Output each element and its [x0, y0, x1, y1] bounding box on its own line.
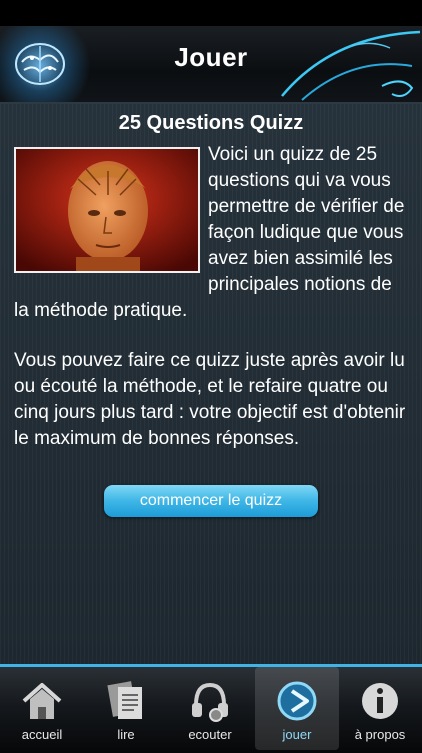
tab-bar: accueil lire ecouter jouer à propos	[0, 664, 422, 753]
tab-a-propos[interactable]: à propos	[338, 667, 422, 750]
phrenology-head-illustration	[16, 149, 198, 271]
tab-jouer[interactable]: jouer	[255, 667, 339, 750]
phrenology-head-image	[14, 147, 200, 273]
tab-label: accueil	[21, 727, 63, 742]
header: Jouer	[0, 26, 422, 104]
status-bar	[0, 0, 422, 26]
quiz-title: 25 Questions Quizz	[118, 112, 304, 134]
tab-label: lire	[117, 727, 135, 742]
start-quiz-button[interactable]: commencer le quizz	[104, 485, 318, 517]
main-content: 25 Questions Quizz Voici un quizz de 25 …	[0, 104, 422, 664]
intro-section: Voici un quizz de 25 questions qui va vo…	[14, 142, 408, 324]
tab-ecouter[interactable]: ecouter	[168, 667, 252, 750]
quiz-instructions: Vous pouvez faire ce quizz juste après a…	[14, 350, 406, 449]
info-icon	[362, 683, 398, 719]
play-icon	[277, 681, 317, 721]
tab-label: ecouter	[188, 727, 232, 742]
tab-label: à propos	[354, 727, 406, 742]
page-title: Jouer	[174, 42, 248, 72]
home-icon	[22, 683, 62, 719]
tab-accueil[interactable]: accueil	[0, 667, 84, 750]
headphones-icon	[192, 682, 228, 722]
document-icon	[107, 681, 142, 719]
tab-lire[interactable]: lire	[84, 667, 168, 750]
tab-label: jouer	[282, 727, 312, 742]
